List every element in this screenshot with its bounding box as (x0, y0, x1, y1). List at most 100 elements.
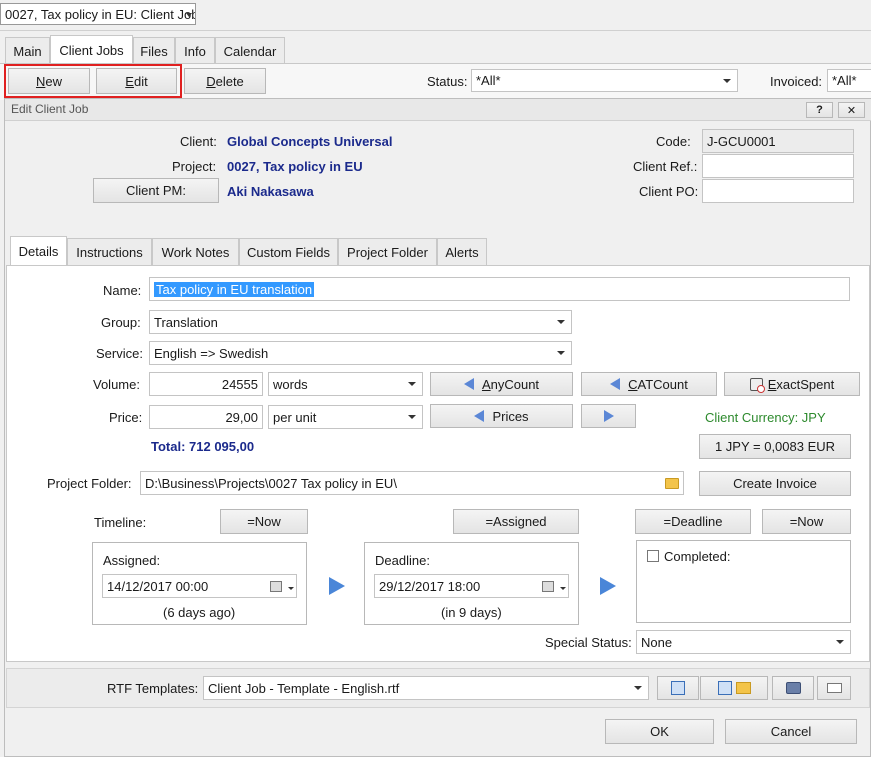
edit-button-mnemonic: E (125, 73, 134, 89)
tab-main[interactable]: Main (5, 37, 50, 64)
status-label: Status: (427, 74, 468, 89)
window-title-combo[interactable]: 0027, Tax policy in EU: Client Jobs (0, 3, 196, 25)
rtf-select[interactable]: Client Job - Template - English.rtf (203, 676, 649, 700)
chevron-down-icon (186, 13, 192, 17)
chevron-down-icon (557, 320, 565, 324)
exchange-rate-button[interactable]: 1 JPY = 0,0083 EUR (699, 434, 851, 459)
open-template-button[interactable] (657, 676, 699, 700)
client-pm-button[interactable]: Client PM: (93, 178, 219, 203)
total-value: Total: 712 095,00 (151, 439, 255, 454)
create-invoice-button[interactable]: Create Invoice (699, 471, 851, 496)
code-value: J-GCU0001 (707, 133, 776, 149)
exactspent-button[interactable]: ExactSpent (724, 372, 860, 396)
assigned-button[interactable]: =Assigned (453, 509, 579, 534)
calendar-icon[interactable] (542, 581, 554, 592)
chevron-down-icon (288, 587, 294, 590)
client-ref-input[interactable] (702, 154, 854, 178)
assigned-date-input[interactable]: 14/12/2017 00:00 (102, 574, 297, 598)
tab-alerts-label: Alerts (445, 244, 479, 260)
open-folder-template-button[interactable] (700, 676, 768, 700)
project-label: Project: (172, 159, 217, 174)
dialog-title: Edit Client Job (11, 102, 89, 116)
tab-client-jobs[interactable]: Client Jobs (50, 35, 133, 64)
arrow-left-icon (610, 378, 621, 390)
document-icon (671, 681, 685, 695)
catcount-label: ATCount (637, 376, 688, 392)
rtf-label: RTF Templates: (107, 681, 199, 696)
name-input[interactable]: Tax policy in EU translation (149, 277, 850, 301)
tab-main-label: Main (13, 43, 42, 59)
special-status-select[interactable]: None (636, 630, 851, 654)
completed-checkbox[interactable] (647, 550, 659, 562)
assigned-date-value: 14/12/2017 00:00 (107, 578, 209, 594)
chevron-down-icon (560, 587, 566, 590)
price-input[interactable]: 29,00 (149, 405, 263, 429)
group-select[interactable]: Translation (149, 310, 572, 334)
group-label: Group: (101, 315, 141, 330)
new-button-label: ew (45, 73, 62, 89)
project-folder-input[interactable]: D:\Business\Projects\0027 Tax policy in … (140, 471, 684, 495)
price-unit-select[interactable]: per unit (268, 405, 423, 429)
play-arrow-icon[interactable] (329, 577, 345, 595)
volume-unit-select[interactable]: words (268, 372, 423, 396)
arrow-right-icon (603, 410, 614, 422)
tab-custom-fields[interactable]: Custom Fields (239, 238, 338, 265)
volume-input[interactable]: 24555 (149, 372, 263, 396)
ok-button[interactable]: OK (605, 719, 714, 744)
tab-calendar[interactable]: Calendar (215, 37, 285, 64)
now-button-label: =Now (247, 514, 281, 529)
now-button-2[interactable]: =Now (762, 509, 851, 534)
service-select[interactable]: English => Swedish (149, 341, 572, 365)
play-arrow-icon[interactable] (600, 577, 616, 595)
delete-button[interactable]: Delete (184, 68, 266, 94)
anycount-mnemonic: A (481, 376, 491, 392)
chevron-down-icon (408, 415, 416, 419)
deadline-button[interactable]: =Deadline (635, 509, 751, 534)
edit-button[interactable]: Edit (96, 68, 177, 94)
status-select[interactable]: *All* (471, 69, 738, 92)
new-button-mnemonic: N (35, 73, 46, 89)
help-button[interactable]: ? (806, 102, 833, 118)
prices-button[interactable]: Prices (430, 404, 573, 428)
now-button[interactable]: =Now (220, 509, 308, 534)
envelope-icon (826, 683, 842, 693)
print-button[interactable] (772, 676, 814, 700)
tab-files[interactable]: Files (133, 37, 175, 64)
client-currency-label: Client Currency: JPY (705, 410, 826, 425)
folder-icon[interactable] (665, 478, 679, 489)
tab-work-notes-label: Work Notes (161, 244, 230, 260)
new-button[interactable]: New (8, 68, 90, 94)
anycount-button[interactable]: AnyCount (430, 372, 573, 396)
apply-price-button[interactable] (581, 404, 636, 428)
printer-icon (785, 682, 801, 694)
tab-instructions[interactable]: Instructions (67, 238, 152, 265)
invoiced-label: Invoiced: (770, 74, 823, 89)
tab-info[interactable]: Info (175, 37, 215, 64)
window-title: 0027, Tax policy in EU: Client Jobs (5, 6, 196, 22)
client-po-input[interactable] (702, 179, 854, 203)
invoiced-select[interactable]: *All* (827, 69, 871, 92)
email-button[interactable] (817, 676, 851, 700)
project-folder-value: D:\Business\Projects\0027 Tax policy in … (145, 475, 397, 491)
anycount-label: nyCount (490, 376, 540, 392)
tab-files-label: Files (140, 43, 168, 59)
project-value: 0027, Tax policy in EU (227, 159, 363, 174)
tab-alerts[interactable]: Alerts (437, 238, 487, 265)
deadline-button-label: =Deadline (663, 514, 723, 529)
catcount-button[interactable]: C ATCount (581, 372, 717, 396)
clock-icon (749, 377, 765, 393)
deadline-date-input[interactable]: 29/12/2017 18:00 (374, 574, 569, 598)
cancel-button[interactable]: Cancel (725, 719, 857, 744)
tab-project-folder[interactable]: Project Folder (338, 238, 437, 265)
tab-work-notes[interactable]: Work Notes (152, 238, 239, 265)
close-button[interactable]: ✕ (838, 102, 865, 118)
calendar-icon[interactable] (270, 581, 282, 592)
tab-details[interactable]: Details (10, 236, 67, 265)
chevron-down-icon (836, 640, 844, 644)
price-value: 29,00 (225, 409, 258, 425)
chevron-down-icon (723, 78, 731, 83)
cancel-button-label: Cancel (770, 724, 812, 739)
assigned-relative: (6 days ago) (163, 605, 236, 620)
rtf-value: Client Job - Template - English.rtf (208, 680, 400, 696)
exactspent-mnemonic: E (767, 376, 777, 392)
